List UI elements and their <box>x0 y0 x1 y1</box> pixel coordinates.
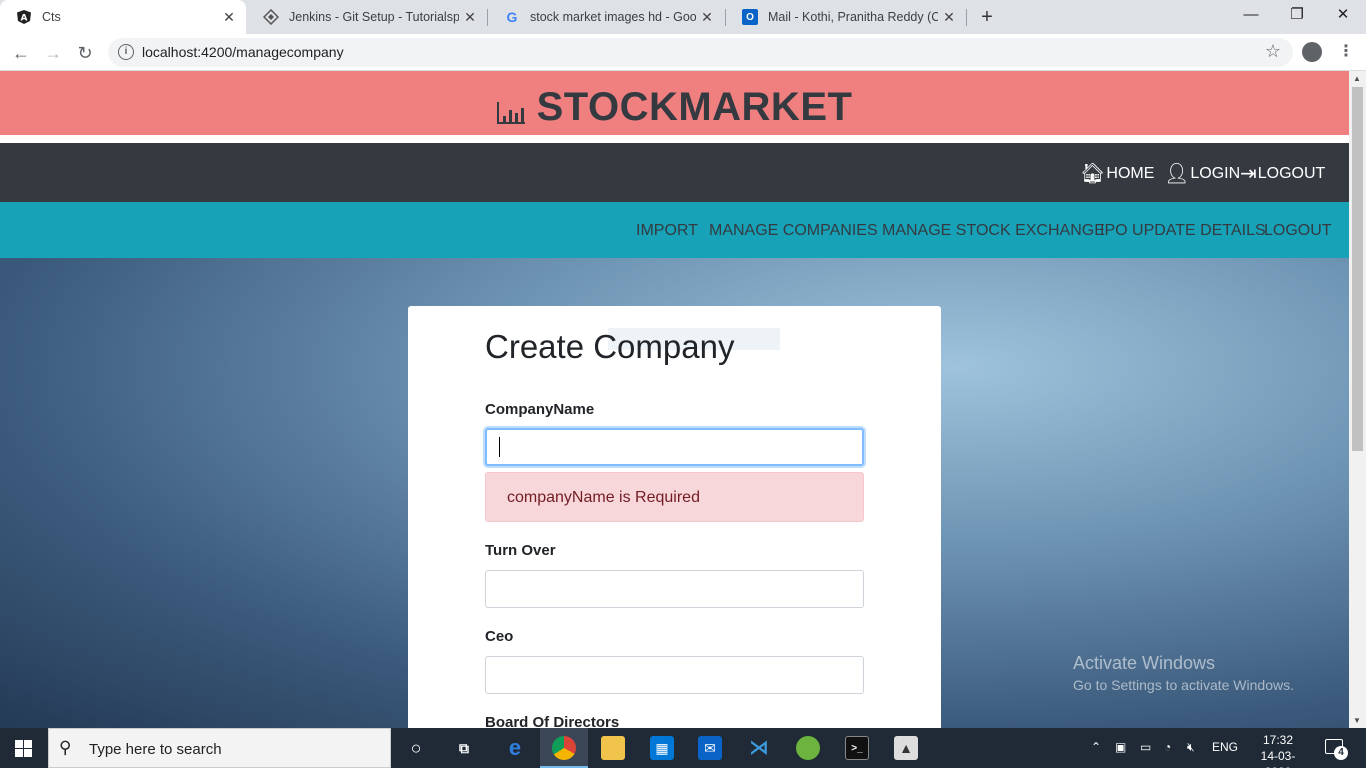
browser-tab-strip: A Cts ✕ Jenkins - Git Setup - Tutorialsp… <box>0 0 1366 34</box>
validation-error: companyName is Required <box>485 472 864 522</box>
scroll-down-icon[interactable]: ▼ <box>1353 716 1361 725</box>
tab-separator <box>966 9 967 26</box>
brand-header: STOCKMARKET <box>0 71 1349 135</box>
search-placeholder: Type here to search <box>89 741 222 758</box>
close-icon[interactable]: ✕ <box>938 9 960 26</box>
new-tab-button[interactable]: + <box>974 4 1000 30</box>
battery-icon[interactable]: ▭ <box>1140 740 1151 754</box>
windows-start-icon[interactable] <box>0 728 48 768</box>
bookmark-star-icon[interactable]: ☆ <box>1265 41 1281 62</box>
cortana-icon[interactable]: ○ <box>404 736 428 760</box>
mail-icon[interactable]: ✉ <box>698 736 722 760</box>
svg-text:A: A <box>21 14 28 24</box>
close-icon[interactable]: ✕ <box>696 9 718 26</box>
menu-icon[interactable]: ⋮ <box>1338 41 1354 61</box>
notification-center-icon[interactable]: 4 <box>1325 739 1348 760</box>
window-close-icon[interactable]: ✕ <box>1320 0 1366 30</box>
show-hidden-icons-icon[interactable]: ⌃ <box>1091 740 1101 754</box>
search-icon: ⚲ <box>59 738 72 757</box>
angular-icon: A <box>16 9 32 25</box>
nav-logout[interactable]: ⇥ LOGOUT <box>1240 161 1325 186</box>
turnover-input[interactable] <box>485 570 864 608</box>
taskbar-search[interactable]: ⚲ Type here to search <box>48 728 391 768</box>
scroll-up-icon[interactable]: ▲ <box>1353 74 1361 83</box>
photos-icon[interactable]: ▲ <box>894 736 918 760</box>
home-icon: 🏠︎ <box>1080 163 1106 185</box>
info-icon[interactable]: i <box>118 44 134 60</box>
turnover-label: Turn Over <box>485 542 556 559</box>
page-scrollbar[interactable]: ▲ ▼ <box>1349 71 1366 728</box>
tab-title: Jenkins - Git Setup - Tutorialspoint <box>289 10 459 24</box>
error-message: companyName is Required <box>507 489 700 506</box>
url-text[interactable]: localhost:4200/managecompany <box>142 44 344 60</box>
wifi-icon[interactable]: ◔ <box>1164 740 1171 754</box>
activation-watermark-subtitle: Go to Settings to activate Windows. <box>1073 677 1294 693</box>
terminal-icon[interactable]: >_ <box>845 736 869 760</box>
admin-nav: IMPORT MANAGE COMPANIES MANAGE STOCK EXC… <box>0 202 1349 258</box>
ceo-label: Ceo <box>485 628 514 645</box>
clock-date: 14-03-2020 <box>1260 749 1296 768</box>
nav-ipo-update-details[interactable]: IPO UPDATE DETAILS <box>1100 222 1266 240</box>
nav-login[interactable]: 👤︎ LOGIN <box>1164 161 1240 186</box>
text-caret <box>499 437 500 457</box>
nav-login-label: LOGIN <box>1190 164 1241 182</box>
nav-home-label: HOME <box>1106 164 1155 182</box>
tray-app-icon[interactable]: ▣ <box>1115 740 1126 754</box>
restore-icon[interactable]: ❐ <box>1274 0 1320 30</box>
company-name-label: CompanyName <box>485 401 595 418</box>
jenkins-icon <box>263 9 279 25</box>
nav-admin-logout[interactable]: LOGOUT <box>1264 222 1332 240</box>
chrome-icon[interactable] <box>552 736 576 760</box>
profile-icon[interactable] <box>1302 42 1322 62</box>
bar-chart-icon <box>496 101 527 124</box>
address-bar[interactable]: i localhost:4200/managecompany ☆ <box>108 38 1293 67</box>
top-nav: 🏠︎ HOME 👤︎ LOGIN ⇥ LOGOUT <box>0 143 1349 202</box>
nav-manage-companies[interactable]: MANAGE COMPANIES <box>709 222 878 240</box>
tab-mail[interactable]: O Mail - Kothi, Pranitha Reddy (Cognizan… <box>726 0 966 34</box>
tab-cts[interactable]: A Cts ✕ <box>0 0 246 34</box>
store-icon[interactable]: ▦ <box>650 736 674 760</box>
nav-logout-label: LOGOUT <box>1257 164 1326 182</box>
ceo-input[interactable] <box>485 656 864 694</box>
tab-title: stock market images hd - Google Search <box>530 10 696 24</box>
browser-toolbar: ← → ↻ i localhost:4200/managecompany ☆ <box>0 34 1366 71</box>
reload-icon[interactable]: ↻ <box>72 40 98 66</box>
nav-import[interactable]: IMPORT <box>636 222 698 240</box>
system-clock[interactable]: 17:32 14-03-2020 <box>1256 732 1300 768</box>
notification-count: 4 <box>1334 746 1348 760</box>
nav-home[interactable]: 🏠︎ HOME <box>1080 161 1154 186</box>
create-company-form: Create Company CompanyName companyName i… <box>408 306 941 728</box>
edge-icon[interactable]: e <box>503 736 527 760</box>
nav-manage-stock-exchange[interactable]: MANAGE STOCK EXCHANGE <box>882 222 1105 240</box>
clock-time: 17:32 <box>1262 733 1294 747</box>
tab-jenkins[interactable]: Jenkins - Git Setup - Tutorialspoint ✕ <box>247 0 487 34</box>
forward-icon[interactable]: → <box>40 40 66 66</box>
task-view-icon[interactable]: ⧉ <box>452 736 476 760</box>
vscode-icon[interactable]: ⋊ <box>747 736 771 760</box>
spring-icon[interactable] <box>796 736 820 760</box>
page-viewport: STOCKMARKET 🏠︎ HOME 👤︎ LOGIN ⇥ LOGOUT IM… <box>0 71 1366 728</box>
activation-watermark-title: Activate Windows <box>1073 653 1216 673</box>
company-name-input[interactable] <box>485 428 864 466</box>
google-icon: G <box>506 9 518 25</box>
minimize-icon[interactable]: — <box>1228 0 1274 30</box>
scroll-thumb[interactable] <box>1352 87 1363 451</box>
close-icon[interactable]: ✕ <box>459 9 481 26</box>
outlook-icon: O <box>742 9 758 25</box>
page-title: Create Company <box>485 328 735 365</box>
windows-taskbar: ⚲ Type here to search ○ ⧉ e ▦ ✉ ⋊ >_ ▲ ⌃… <box>0 728 1366 768</box>
tab-title: Mail - Kothi, Pranitha Reddy (Cognizant) <box>768 10 938 24</box>
language-indicator[interactable]: ENG <box>1212 740 1238 754</box>
close-icon[interactable]: ✕ <box>218 9 240 26</box>
volume-muted-icon[interactable]: 🔇︎ <box>1187 740 1195 755</box>
divider <box>0 135 1349 143</box>
file-explorer-icon[interactable] <box>601 736 625 760</box>
tab-title: Cts <box>42 10 61 24</box>
tab-google[interactable]: G stock market images hd - Google Search… <box>488 0 724 34</box>
brand-title[interactable]: STOCKMARKET <box>537 85 853 130</box>
sign-out-icon: ⇥ <box>1240 163 1257 185</box>
board-of-directors-label: Board Of Directors <box>485 714 620 728</box>
user-icon: 👤︎ <box>1164 163 1190 185</box>
back-icon[interactable]: ← <box>8 40 34 66</box>
